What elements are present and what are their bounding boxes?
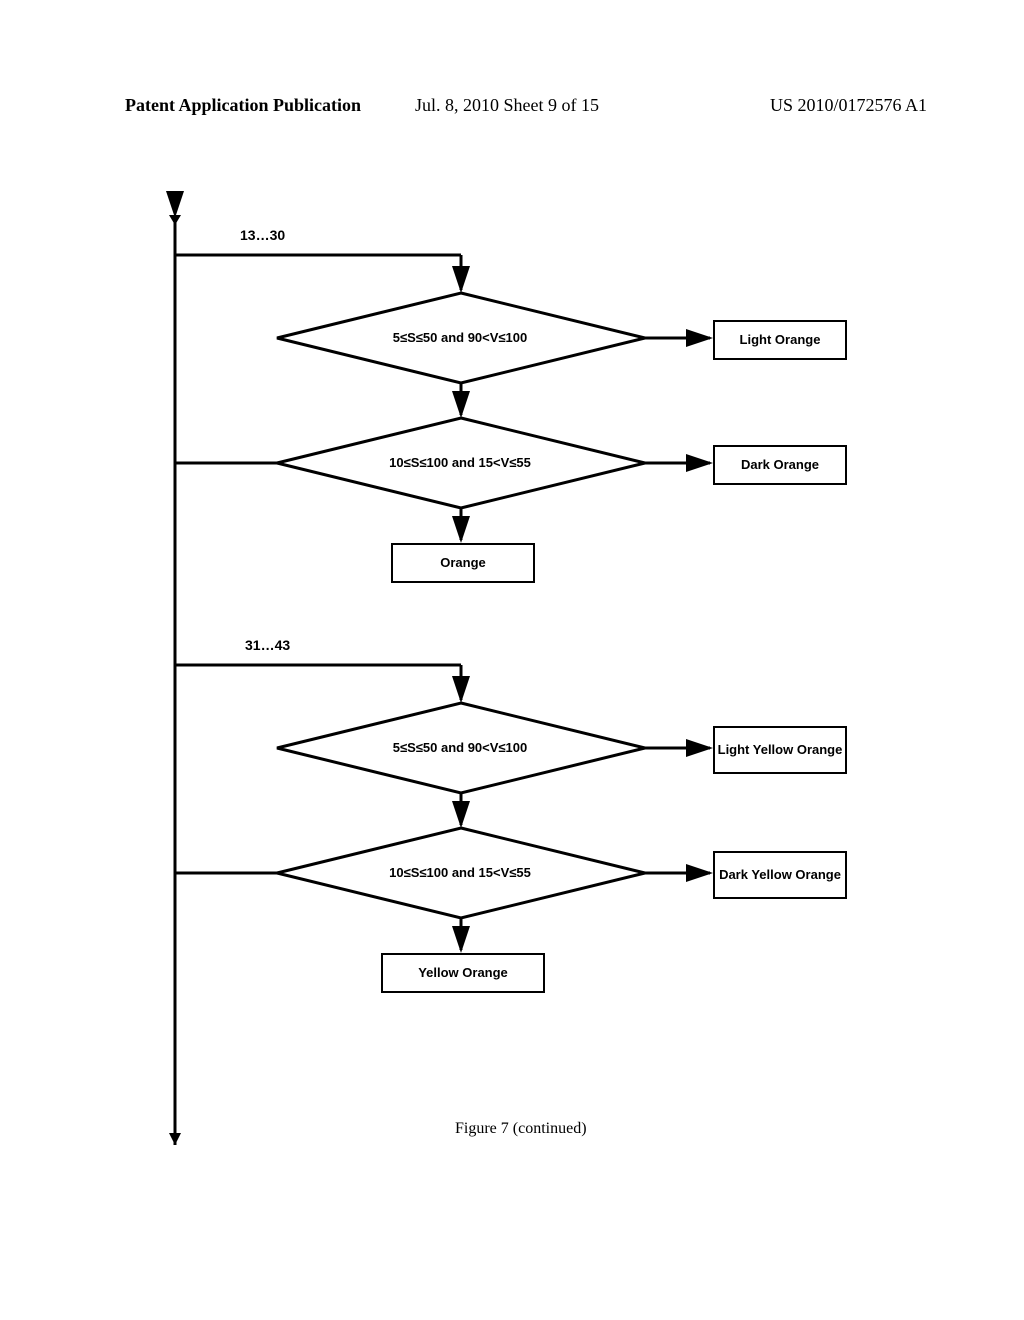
branch2-default: Yellow Orange: [381, 953, 545, 993]
branch1-result2: Dark Orange: [713, 445, 847, 485]
branch2-range-label: 31…43: [245, 637, 290, 653]
branch2-diamond1-text: 5≤S≤50 and 90<V≤100: [335, 740, 585, 755]
figure-caption: Figure 7 (continued): [455, 1120, 587, 1138]
header-mid: Jul. 8, 2010 Sheet 9 of 15: [415, 95, 599, 116]
header-right: US 2010/0172576 A1: [770, 95, 927, 116]
flowchart: 13…30 31…43 5≤S≤50 and 90<V≤100 10≤S≤100…: [155, 215, 895, 1145]
branch1-default: Orange: [391, 543, 535, 583]
branch2-result1: Light Yellow Orange: [713, 726, 847, 774]
branch1-range-label: 13…30: [240, 227, 285, 243]
branch1-diamond1-text: 5≤S≤50 and 90<V≤100: [335, 330, 585, 345]
branch2-diamond2-text: 10≤S≤100 and 15<V≤55: [335, 865, 585, 880]
branch2-result2: Dark Yellow Orange: [713, 851, 847, 899]
branch1-diamond2-text: 10≤S≤100 and 15<V≤55: [335, 455, 585, 470]
header-left: Patent Application Publication: [125, 95, 361, 116]
branch1-result1: Light Orange: [713, 320, 847, 360]
